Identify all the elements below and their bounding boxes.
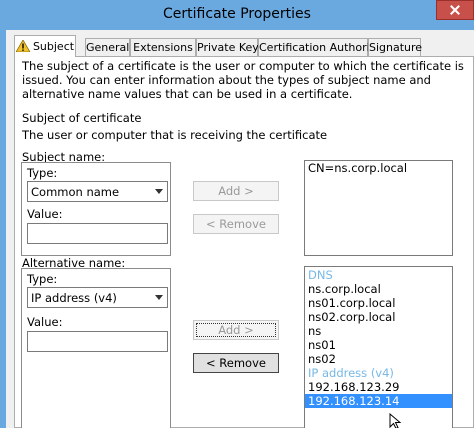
warning-icon (15, 40, 30, 52)
alt-type-value: IP address (v4) (31, 291, 117, 305)
remove-subject-button[interactable]: < Remove (193, 214, 279, 234)
subject-type-value: Common name (31, 185, 120, 199)
tab-certification-authority[interactable]: Certification Authority (258, 38, 381, 56)
section-title: Subject of certificate (22, 111, 142, 125)
certificate-properties-window: Certificate Properties Subject General E… (0, 0, 474, 428)
alternative-name-list[interactable]: DNS ns.corp.local ns01.corp.local ns02.c… (304, 266, 453, 428)
list-group-header: IP address (v4) (308, 366, 394, 380)
subject-value-label: Value: (27, 207, 63, 221)
alt-type-label: Type: (27, 272, 58, 286)
chevron-down-icon (155, 189, 163, 194)
alternative-name-group: Type: IP address (v4) Value: (21, 268, 171, 428)
tab-private-key[interactable]: Private Key (196, 38, 259, 56)
subject-name-group: Type: Common name Value: (21, 162, 171, 256)
list-group-header: DNS (308, 268, 333, 282)
alt-value-input[interactable] (27, 331, 168, 352)
list-item[interactable]: ns.corp.local (305, 282, 452, 296)
list-item[interactable]: ns01 (305, 338, 452, 352)
add-alt-button[interactable]: Add > (193, 320, 279, 340)
alt-value-label: Value: (27, 315, 63, 329)
list-item[interactable]: ns02.corp.local (305, 310, 452, 324)
subject-name-list[interactable]: CN=ns.corp.local (304, 160, 453, 256)
list-item[interactable]: 192.168.123.29 (305, 380, 452, 394)
subject-value-input[interactable] (27, 223, 168, 244)
list-item[interactable]: ns (305, 324, 452, 338)
tab-extensions[interactable]: Extensions (130, 38, 196, 56)
add-subject-button[interactable]: Add > (193, 181, 279, 201)
tab-subject-label: Subject (32, 40, 75, 53)
close-button[interactable] (436, 0, 474, 20)
chevron-down-icon (155, 295, 163, 300)
alt-type-select[interactable]: IP address (v4) (27, 287, 168, 308)
tab-general[interactable]: General (85, 38, 130, 56)
title-bar[interactable]: Certificate Properties (0, 0, 474, 30)
subject-tab-page: The subject of a certificate is the user… (14, 56, 474, 428)
list-item[interactable]: ns01.corp.local (305, 296, 452, 310)
list-item[interactable]: CN=ns.corp.local (305, 161, 452, 175)
tab-subject[interactable]: Subject (14, 35, 76, 57)
subject-type-select[interactable]: Common name (27, 181, 168, 202)
subject-description: The subject of a certificate is the user… (22, 59, 464, 101)
window-title: Certificate Properties (163, 6, 311, 22)
section-subtitle: The user or computer that is receiving t… (22, 128, 328, 142)
list-item-selected[interactable]: 192.168.123.14 (305, 394, 452, 408)
subject-type-label: Type: (27, 166, 58, 180)
remove-alt-button[interactable]: < Remove (193, 353, 279, 373)
tab-signature[interactable]: Signature (368, 38, 422, 56)
mouse-cursor-icon (389, 413, 402, 428)
list-item[interactable]: ns02 (305, 352, 452, 366)
dialog-body: Subject General Extensions Private Key C… (6, 30, 474, 428)
